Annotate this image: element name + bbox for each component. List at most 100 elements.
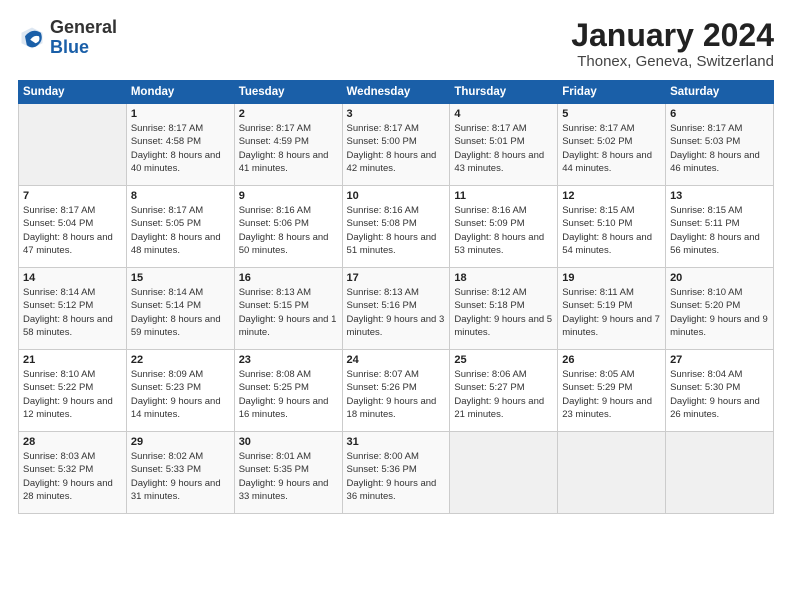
calendar-day-cell: 25 Sunrise: 8:06 AMSunset: 5:27 PMDaylig… [450, 350, 558, 432]
day-number: 14 [23, 272, 122, 284]
day-detail: Sunrise: 8:16 AMSunset: 5:08 PMDaylight:… [347, 204, 446, 257]
day-number: 6 [670, 108, 769, 120]
header: General Blue January 2024 Thonex, Geneva… [18, 18, 774, 70]
calendar-day-cell: 29 Sunrise: 8:02 AMSunset: 5:33 PMDaylig… [126, 432, 234, 514]
calendar-week-row: 14 Sunrise: 8:14 AMSunset: 5:12 PMDaylig… [19, 268, 774, 350]
day-number: 15 [131, 272, 230, 284]
day-number: 24 [347, 354, 446, 366]
day-number: 26 [562, 354, 661, 366]
day-detail: Sunrise: 8:15 AMSunset: 5:11 PMDaylight:… [670, 204, 769, 257]
calendar-day-cell [558, 432, 666, 514]
calendar-day-cell: 7 Sunrise: 8:17 AMSunset: 5:04 PMDayligh… [19, 186, 127, 268]
weekday-header: Tuesday [234, 81, 342, 104]
day-number: 19 [562, 272, 661, 284]
logo-text: General Blue [50, 18, 117, 58]
title-block: January 2024 Thonex, Geneva, Switzerland [571, 18, 774, 70]
day-number: 1 [131, 108, 230, 120]
calendar-day-cell: 10 Sunrise: 8:16 AMSunset: 5:08 PMDaylig… [342, 186, 450, 268]
day-detail: Sunrise: 8:14 AMSunset: 5:12 PMDaylight:… [23, 286, 122, 339]
day-detail: Sunrise: 8:10 AMSunset: 5:22 PMDaylight:… [23, 368, 122, 421]
day-detail: Sunrise: 8:12 AMSunset: 5:18 PMDaylight:… [454, 286, 553, 339]
day-detail: Sunrise: 8:16 AMSunset: 5:09 PMDaylight:… [454, 204, 553, 257]
day-number: 25 [454, 354, 553, 366]
day-detail: Sunrise: 8:05 AMSunset: 5:29 PMDaylight:… [562, 368, 661, 421]
calendar-week-row: 1 Sunrise: 8:17 AMSunset: 4:58 PMDayligh… [19, 104, 774, 186]
calendar-day-cell: 3 Sunrise: 8:17 AMSunset: 5:00 PMDayligh… [342, 104, 450, 186]
day-number: 16 [239, 272, 338, 284]
day-detail: Sunrise: 8:02 AMSunset: 5:33 PMDaylight:… [131, 450, 230, 503]
day-detail: Sunrise: 8:17 AMSunset: 5:02 PMDaylight:… [562, 122, 661, 175]
calendar-week-row: 7 Sunrise: 8:17 AMSunset: 5:04 PMDayligh… [19, 186, 774, 268]
calendar-table: SundayMondayTuesdayWednesdayThursdayFrid… [18, 80, 774, 514]
calendar-day-cell: 11 Sunrise: 8:16 AMSunset: 5:09 PMDaylig… [450, 186, 558, 268]
day-detail: Sunrise: 8:17 AMSunset: 5:05 PMDaylight:… [131, 204, 230, 257]
calendar-day-cell: 16 Sunrise: 8:13 AMSunset: 5:15 PMDaylig… [234, 268, 342, 350]
day-number: 3 [347, 108, 446, 120]
page: General Blue January 2024 Thonex, Geneva… [0, 0, 792, 612]
day-detail: Sunrise: 8:17 AMSunset: 5:01 PMDaylight:… [454, 122, 553, 175]
day-number: 5 [562, 108, 661, 120]
calendar-day-cell: 1 Sunrise: 8:17 AMSunset: 4:58 PMDayligh… [126, 104, 234, 186]
calendar-day-cell: 13 Sunrise: 8:15 AMSunset: 5:11 PMDaylig… [666, 186, 774, 268]
calendar-day-cell [666, 432, 774, 514]
day-number: 21 [23, 354, 122, 366]
weekday-header-row: SundayMondayTuesdayWednesdayThursdayFrid… [19, 81, 774, 104]
logo-blue: Blue [50, 37, 89, 57]
calendar-day-cell: 30 Sunrise: 8:01 AMSunset: 5:35 PMDaylig… [234, 432, 342, 514]
calendar-day-cell: 2 Sunrise: 8:17 AMSunset: 4:59 PMDayligh… [234, 104, 342, 186]
day-number: 22 [131, 354, 230, 366]
day-detail: Sunrise: 8:08 AMSunset: 5:25 PMDaylight:… [239, 368, 338, 421]
day-number: 18 [454, 272, 553, 284]
calendar-day-cell: 15 Sunrise: 8:14 AMSunset: 5:14 PMDaylig… [126, 268, 234, 350]
day-detail: Sunrise: 8:17 AMSunset: 5:00 PMDaylight:… [347, 122, 446, 175]
day-number: 12 [562, 190, 661, 202]
subtitle: Thonex, Geneva, Switzerland [571, 53, 774, 70]
calendar-day-cell: 21 Sunrise: 8:10 AMSunset: 5:22 PMDaylig… [19, 350, 127, 432]
day-detail: Sunrise: 8:17 AMSunset: 5:04 PMDaylight:… [23, 204, 122, 257]
day-number: 23 [239, 354, 338, 366]
day-detail: Sunrise: 8:13 AMSunset: 5:16 PMDaylight:… [347, 286, 446, 339]
day-number: 31 [347, 436, 446, 448]
day-detail: Sunrise: 8:13 AMSunset: 5:15 PMDaylight:… [239, 286, 338, 339]
calendar-day-cell: 20 Sunrise: 8:10 AMSunset: 5:20 PMDaylig… [666, 268, 774, 350]
calendar-day-cell: 9 Sunrise: 8:16 AMSunset: 5:06 PMDayligh… [234, 186, 342, 268]
day-number: 29 [131, 436, 230, 448]
day-number: 10 [347, 190, 446, 202]
calendar-day-cell: 18 Sunrise: 8:12 AMSunset: 5:18 PMDaylig… [450, 268, 558, 350]
weekday-header: Monday [126, 81, 234, 104]
day-number: 2 [239, 108, 338, 120]
day-detail: Sunrise: 8:17 AMSunset: 4:59 PMDaylight:… [239, 122, 338, 175]
calendar-day-cell: 26 Sunrise: 8:05 AMSunset: 5:29 PMDaylig… [558, 350, 666, 432]
calendar-day-cell: 23 Sunrise: 8:08 AMSunset: 5:25 PMDaylig… [234, 350, 342, 432]
day-detail: Sunrise: 8:00 AMSunset: 5:36 PMDaylight:… [347, 450, 446, 503]
calendar-day-cell: 27 Sunrise: 8:04 AMSunset: 5:30 PMDaylig… [666, 350, 774, 432]
day-detail: Sunrise: 8:09 AMSunset: 5:23 PMDaylight:… [131, 368, 230, 421]
day-number: 7 [23, 190, 122, 202]
day-detail: Sunrise: 8:07 AMSunset: 5:26 PMDaylight:… [347, 368, 446, 421]
calendar-day-cell [450, 432, 558, 514]
day-detail: Sunrise: 8:06 AMSunset: 5:27 PMDaylight:… [454, 368, 553, 421]
calendar-day-cell: 28 Sunrise: 8:03 AMSunset: 5:32 PMDaylig… [19, 432, 127, 514]
calendar-week-row: 21 Sunrise: 8:10 AMSunset: 5:22 PMDaylig… [19, 350, 774, 432]
day-detail: Sunrise: 8:17 AMSunset: 5:03 PMDaylight:… [670, 122, 769, 175]
day-number: 4 [454, 108, 553, 120]
calendar-day-cell: 5 Sunrise: 8:17 AMSunset: 5:02 PMDayligh… [558, 104, 666, 186]
day-number: 8 [131, 190, 230, 202]
weekday-header: Friday [558, 81, 666, 104]
calendar-day-cell: 8 Sunrise: 8:17 AMSunset: 5:05 PMDayligh… [126, 186, 234, 268]
month-title: January 2024 [571, 18, 774, 53]
calendar-day-cell [19, 104, 127, 186]
day-detail: Sunrise: 8:17 AMSunset: 4:58 PMDaylight:… [131, 122, 230, 175]
logo-icon [18, 24, 46, 52]
day-detail: Sunrise: 8:16 AMSunset: 5:06 PMDaylight:… [239, 204, 338, 257]
calendar-day-cell: 24 Sunrise: 8:07 AMSunset: 5:26 PMDaylig… [342, 350, 450, 432]
calendar-day-cell: 31 Sunrise: 8:00 AMSunset: 5:36 PMDaylig… [342, 432, 450, 514]
day-number: 13 [670, 190, 769, 202]
day-detail: Sunrise: 8:11 AMSunset: 5:19 PMDaylight:… [562, 286, 661, 339]
day-number: 28 [23, 436, 122, 448]
day-number: 20 [670, 272, 769, 284]
day-detail: Sunrise: 8:03 AMSunset: 5:32 PMDaylight:… [23, 450, 122, 503]
day-detail: Sunrise: 8:10 AMSunset: 5:20 PMDaylight:… [670, 286, 769, 339]
calendar-day-cell: 19 Sunrise: 8:11 AMSunset: 5:19 PMDaylig… [558, 268, 666, 350]
calendar-day-cell: 12 Sunrise: 8:15 AMSunset: 5:10 PMDaylig… [558, 186, 666, 268]
